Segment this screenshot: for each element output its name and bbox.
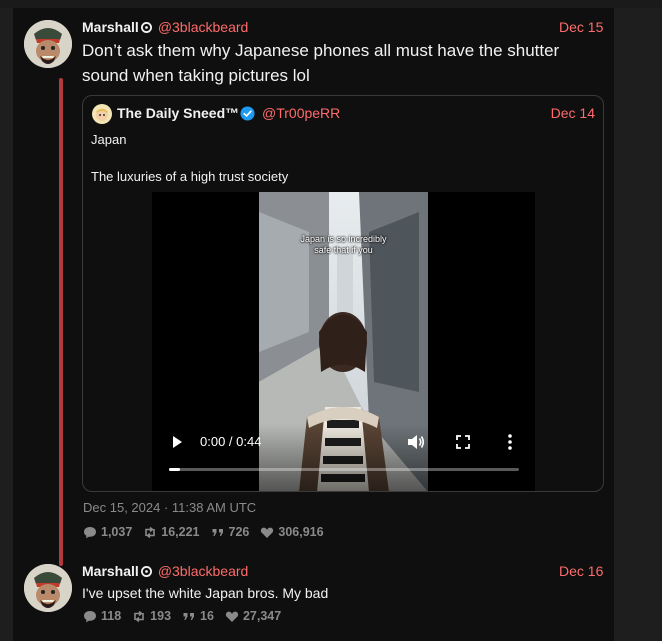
video-seekbar[interactable] — [169, 468, 519, 471]
badge-icon — [140, 565, 152, 577]
tweet1-timestamp[interactable]: Dec 15, 2024 · 11:38 AM UTC — [83, 500, 256, 515]
top-strip — [0, 0, 662, 8]
play-icon[interactable] — [170, 435, 184, 449]
quote-date[interactable]: Dec 14 — [551, 105, 595, 121]
right-gutter — [614, 8, 662, 641]
tweet2-handle[interactable]: @3blackbeard — [158, 563, 249, 579]
tweet2-stats: 118 193 16 27,347 — [83, 609, 292, 623]
video-player[interactable]: Japan is so incredibly safe that if you … — [152, 192, 535, 491]
retweet-count: 16,221 — [161, 525, 200, 539]
like-icon — [261, 527, 274, 538]
tweet2-date[interactable]: Dec 16 — [559, 563, 603, 579]
tweet1-text-line2: sound when taking pictures lol — [82, 66, 310, 85]
avatar-marshall[interactable] — [24, 20, 72, 68]
avatar-marshall-reply[interactable] — [24, 564, 72, 612]
tweet1-stats: 1,037 16,221 726 306,916 — [83, 525, 335, 539]
tweet1-text-line1: Don’t ask them why Japanese phones all m… — [82, 41, 560, 60]
reply-count: 118 — [101, 609, 122, 623]
like-stat[interactable]: 306,916 — [260, 525, 324, 539]
quote-text-line2: The luxuries of a high trust society — [91, 169, 289, 184]
timeline: Marshall @3blackbeard Dec 15 Don’t ask t… — [13, 8, 614, 641]
quote-display-name[interactable]: The Daily Sneed™ — [117, 105, 239, 121]
video-caption: Japan is so incredibly safe that if you — [259, 234, 428, 256]
retweet-icon — [145, 526, 156, 538]
quote-icon — [183, 612, 195, 620]
more-vertical-icon[interactable] — [507, 433, 513, 451]
like-icon — [225, 611, 239, 622]
video-time: 0:00 / 0:44 — [200, 434, 262, 449]
video-caption-line2: safe that if you — [314, 245, 373, 255]
tweet2-display-name[interactable]: Marshall — [82, 563, 139, 579]
quote-handle[interactable]: @Tr00peRR — [262, 105, 340, 121]
volume-icon[interactable] — [407, 434, 425, 450]
quote-avatar[interactable] — [92, 104, 112, 124]
fullscreen-icon[interactable] — [456, 435, 470, 449]
quote-count: 726 — [228, 525, 250, 539]
reply-icon — [84, 610, 96, 622]
quoted-tweet-card[interactable]: The Daily Sneed™ @Tr00peRR Dec 14 Japan … — [82, 95, 604, 492]
quote-text-line1: Japan — [91, 132, 127, 147]
tweet1-date[interactable]: Dec 15 — [559, 19, 603, 35]
tweet1-handle[interactable]: @3blackbeard — [158, 19, 249, 35]
reply-count: 1,037 — [101, 525, 133, 539]
tweet2-text: I've upset the white Japan bros. My bad — [82, 585, 329, 601]
video-seekbar-progress — [169, 468, 180, 471]
thread-line — [59, 78, 63, 566]
retweet-icon — [134, 610, 144, 622]
tweet1-display-name[interactable]: Marshall — [82, 19, 139, 35]
reply-icon — [84, 526, 96, 538]
like-count: 27,347 — [242, 609, 282, 623]
reply-stat[interactable]: 118 — [83, 609, 121, 623]
retweet-count: 193 — [150, 609, 172, 623]
retweet-stat[interactable]: 193 — [132, 609, 171, 623]
like-count: 306,916 — [278, 525, 324, 539]
verified-icon — [240, 106, 255, 121]
quote-stat[interactable]: 16 — [182, 609, 214, 623]
badge-icon — [140, 21, 152, 33]
tweet2-header: Marshall @3blackbeard — [82, 563, 248, 579]
tweet1-header: Marshall @3blackbeard — [82, 19, 248, 35]
page: Marshall @3blackbeard Dec 15 Don’t ask t… — [0, 0, 662, 641]
retweet-stat[interactable]: 16,221 — [143, 525, 200, 539]
reply-stat[interactable]: 1,037 — [83, 525, 132, 539]
like-stat[interactable]: 27,347 — [225, 609, 281, 623]
quote-icon — [212, 528, 223, 536]
quote-count: 16 — [200, 609, 214, 623]
quote-stat[interactable]: 726 — [211, 525, 250, 539]
tweet1-text: Don’t ask them why Japanese phones all m… — [82, 38, 602, 88]
video-caption-line1: Japan is so incredibly — [300, 234, 387, 244]
